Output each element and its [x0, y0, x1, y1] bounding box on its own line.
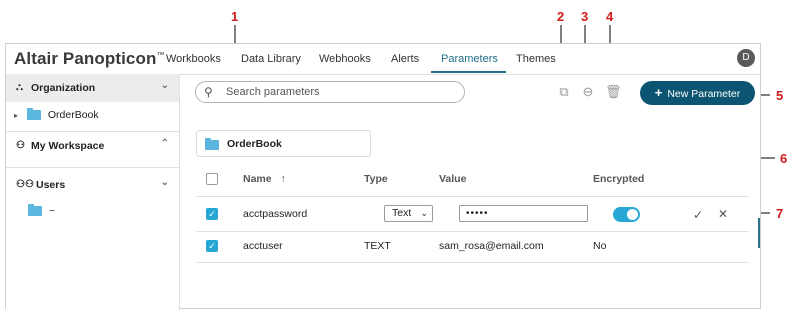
main-panel: ⚲ ⧉ ⊖ 🗑 +New Parameter OrderBook Name ↑ … — [180, 74, 760, 310]
parameter-type: TEXT — [364, 240, 391, 252]
chevron-down-icon[interactable]: ⌄ — [161, 177, 169, 188]
table-row[interactable]: ✓ acctpassword Text ⌄ ••••• ✓ ✕ — [196, 199, 749, 232]
column-name[interactable]: Name ↑ — [243, 173, 286, 185]
tab-webhooks[interactable]: Webhooks — [319, 53, 371, 65]
tab-parameters[interactable]: Parameters — [441, 53, 498, 65]
type-select[interactable]: Text ⌄ — [384, 205, 433, 222]
arrow-right-circle-icon[interactable]: ⊖ — [580, 84, 596, 100]
plus-icon: + — [654, 85, 663, 100]
select-all-checkbox[interactable] — [206, 173, 218, 185]
app-window: Altair Panopticon™ Workbooks Data Librar… — [5, 43, 761, 310]
copy-icon[interactable]: ⧉ — [556, 84, 572, 100]
hierarchy-icon: ⛬ — [16, 82, 23, 93]
folder-icon — [28, 204, 42, 217]
callout-2: 2 — [557, 9, 565, 24]
chevron-up-icon[interactable]: ⌃ — [161, 138, 169, 149]
sidebar: ⛬ Organization ⌄ ▸ OrderBook ⚇ My Worksp… — [6, 74, 180, 310]
trash-icon[interactable]: 🗑 — [605, 84, 622, 100]
breadcrumb[interactable]: OrderBook — [196, 130, 371, 157]
folder-icon — [26, 108, 41, 121]
parameter-name: acctuser — [243, 240, 283, 252]
sidebar-folder-orderbook[interactable]: ▸ OrderBook — [14, 108, 99, 121]
column-type: Type — [364, 173, 388, 185]
sidebar-folder-home[interactable]: ~ — [28, 204, 55, 217]
parameter-encrypted: No — [593, 240, 607, 252]
chevron-down-icon[interactable]: ⌄ — [161, 80, 169, 91]
sort-ascending-icon[interactable]: ↑ — [281, 173, 286, 185]
tab-alerts[interactable]: Alerts — [391, 53, 419, 65]
callout-6: 6 — [780, 151, 788, 166]
row-checkbox[interactable]: ✓ — [206, 240, 218, 252]
table-row[interactable]: ✓ acctuser TEXT sam_rosa@email.com No — [196, 232, 749, 263]
new-parameter-button[interactable]: + New Parameter — [640, 81, 755, 105]
cancel-icon[interactable]: ✕ — [718, 207, 728, 221]
search-input[interactable] — [224, 85, 458, 99]
brand-logo: Altair Panopticon™ — [14, 49, 165, 68]
sidebar-item-organization[interactable]: ⛬ Organization ⌄ — [6, 74, 179, 102]
tab-themes[interactable]: Themes — [516, 53, 556, 65]
row-checkbox[interactable]: ✓ — [206, 208, 218, 220]
sidebar-item-users[interactable]: ⚇⚇ Users ⌄ — [6, 171, 179, 199]
parameter-value: sam_rosa@email.com — [439, 240, 544, 252]
search-box[interactable]: ⚲ — [195, 81, 465, 103]
users-icon: ⚇⚇ — [16, 179, 34, 190]
user-icon: ⚇ — [16, 140, 25, 151]
tab-data-library[interactable]: Data Library — [241, 53, 301, 65]
scrollbar[interactable] — [758, 218, 760, 248]
top-navigation-bar: Altair Panopticon™ Workbooks Data Librar… — [6, 44, 760, 75]
sidebar-item-my-workspace[interactable]: ⚇ My Workspace ⌃ — [6, 132, 179, 160]
value-input[interactable]: ••••• — [459, 205, 588, 222]
callout-7: 7 — [776, 206, 784, 221]
active-tab-indicator — [431, 71, 506, 73]
callout-5: 5 — [776, 88, 784, 103]
avatar[interactable]: D — [737, 49, 755, 67]
confirm-icon[interactable]: ✓ — [693, 208, 703, 222]
callout-4: 4 — [606, 9, 614, 24]
table-header: Name ↑ Type Value Encrypted — [196, 166, 749, 197]
column-encrypted: Encrypted — [593, 173, 645, 185]
callout-3: 3 — [581, 9, 589, 24]
caret-right-icon[interactable]: ▸ — [14, 111, 18, 120]
callout-1: 1 — [231, 9, 239, 24]
search-icon: ⚲ — [204, 85, 213, 99]
column-value: Value — [439, 173, 467, 185]
tab-workbooks[interactable]: Workbooks — [166, 53, 221, 65]
chevron-down-icon: ⌄ — [420, 208, 428, 218]
encrypted-toggle[interactable] — [613, 207, 640, 222]
parameter-name: acctpassword — [243, 208, 308, 220]
folder-icon — [205, 138, 219, 150]
